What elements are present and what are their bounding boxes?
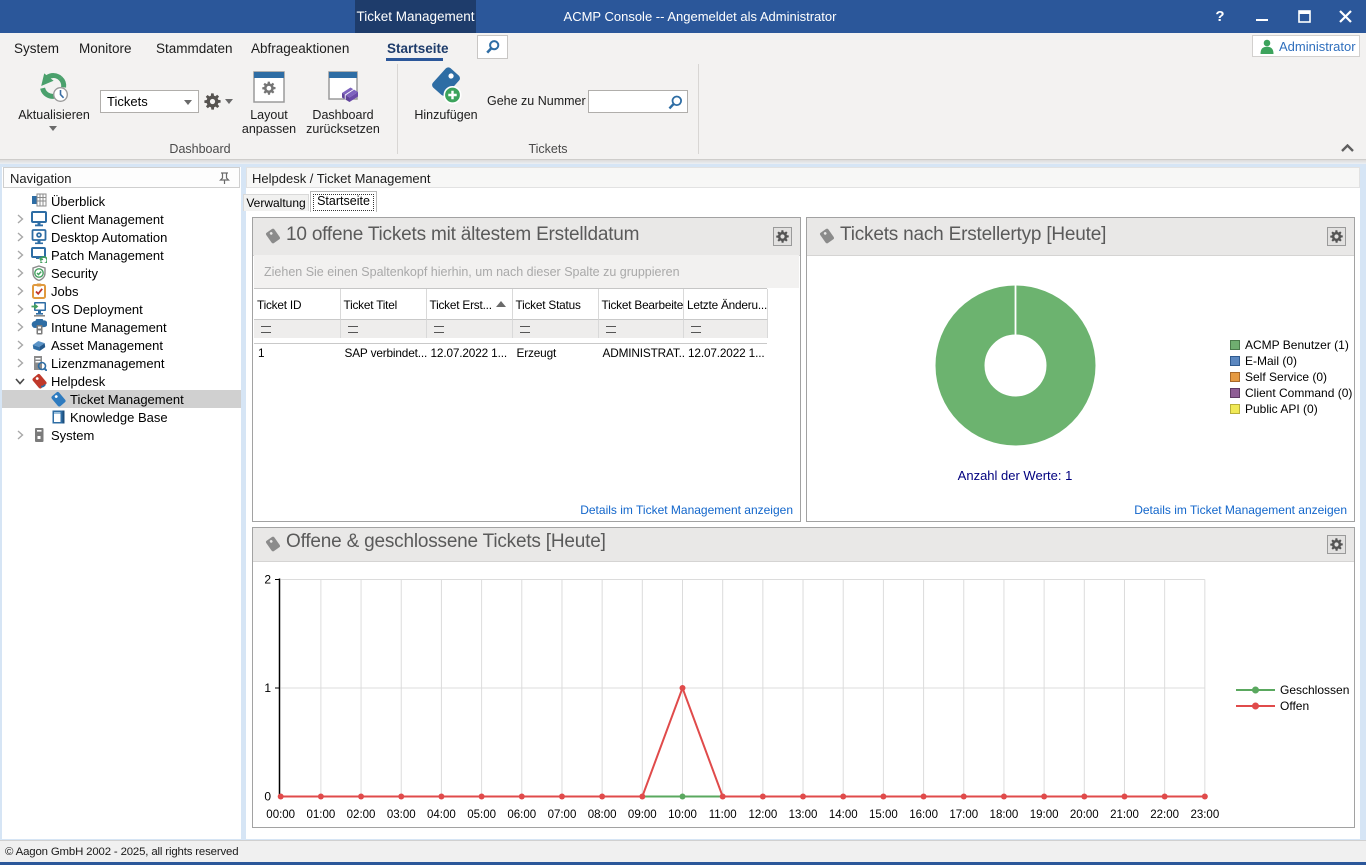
- svg-text:10:00: 10:00: [668, 809, 697, 821]
- svg-text:21:00: 21:00: [1110, 809, 1139, 821]
- svg-text:03:00: 03:00: [387, 809, 416, 821]
- svg-text:19:00: 19:00: [1030, 809, 1059, 821]
- svg-text:23:00: 23:00: [1190, 809, 1219, 821]
- svg-text:13:00: 13:00: [789, 809, 818, 821]
- svg-text:17:00: 17:00: [949, 809, 978, 821]
- svg-text:07:00: 07:00: [548, 809, 577, 821]
- svg-text:18:00: 18:00: [990, 809, 1019, 821]
- svg-text:11:00: 11:00: [709, 809, 737, 821]
- svg-text:01:00: 01:00: [306, 809, 335, 821]
- svg-text:0: 0: [264, 790, 271, 804]
- svg-text:14:00: 14:00: [829, 809, 858, 821]
- svg-text:Offen: Offen: [1280, 699, 1309, 713]
- svg-text:20:00: 20:00: [1070, 809, 1099, 821]
- svg-text:08:00: 08:00: [588, 809, 617, 821]
- svg-text:22:00: 22:00: [1150, 809, 1179, 821]
- svg-text:04:00: 04:00: [427, 809, 456, 821]
- svg-text:02:00: 02:00: [347, 809, 376, 821]
- svg-text:12:00: 12:00: [748, 809, 777, 821]
- svg-text:00:00: 00:00: [266, 809, 295, 821]
- svg-text:05:00: 05:00: [467, 809, 496, 821]
- svg-text:09:00: 09:00: [628, 809, 657, 821]
- svg-text:16:00: 16:00: [909, 809, 938, 821]
- svg-text:1: 1: [264, 681, 271, 695]
- svg-text:15:00: 15:00: [869, 809, 898, 821]
- svg-text:2: 2: [264, 573, 271, 587]
- svg-text:06:00: 06:00: [507, 809, 536, 821]
- svg-text:Geschlossen: Geschlossen: [1280, 683, 1349, 697]
